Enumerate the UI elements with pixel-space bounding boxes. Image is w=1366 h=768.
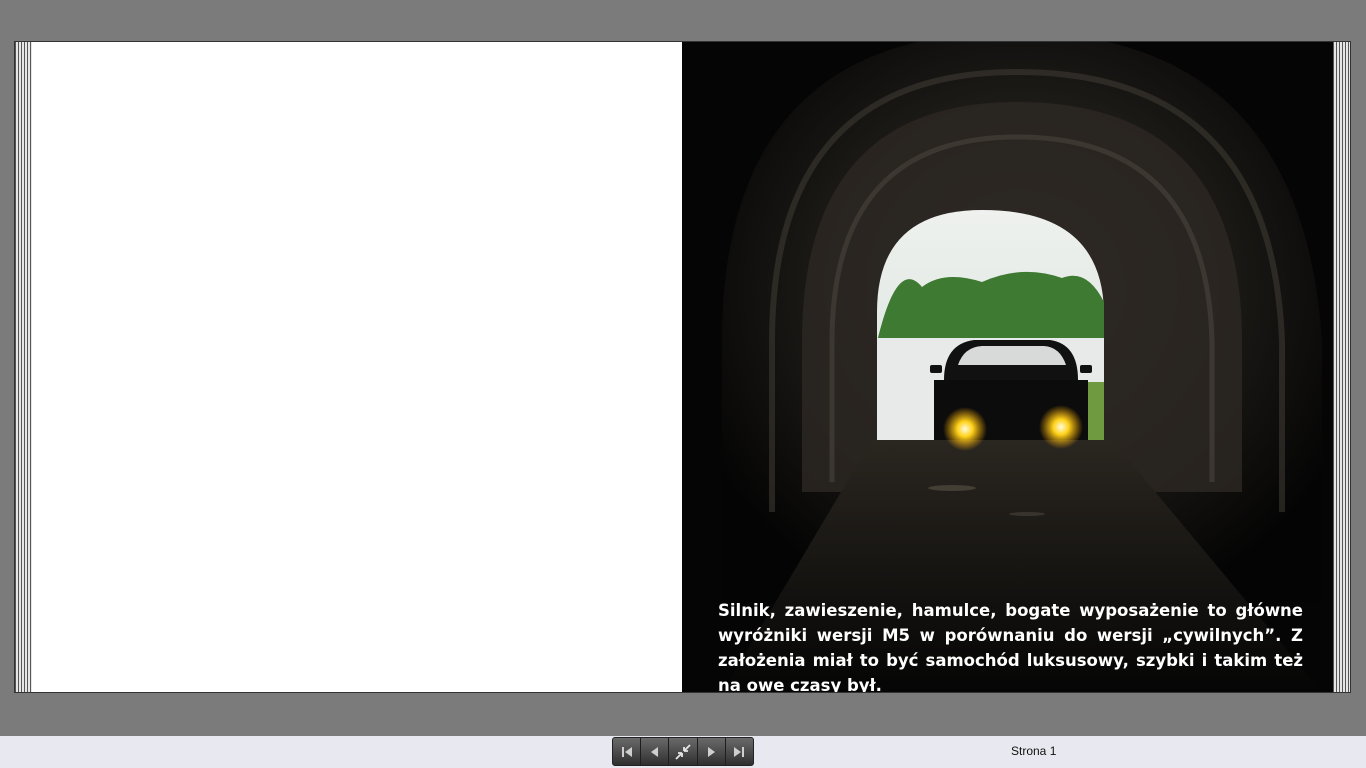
viewer-toolbar: Strona 1 [0, 736, 1366, 768]
next-page-icon [708, 746, 716, 757]
left-page-stack-edge [15, 42, 32, 692]
tunnel-car-photo [682, 42, 1333, 692]
prev-page-button[interactable] [641, 738, 670, 765]
prev-page-icon [650, 746, 658, 757]
left-page-blank[interactable] [32, 42, 682, 692]
right-page-stack-edge [1333, 42, 1350, 692]
first-page-icon [621, 746, 632, 757]
first-page-button[interactable] [613, 738, 642, 765]
collapse-icon [675, 743, 691, 760]
last-page-icon [734, 746, 745, 757]
page-indicator: Strona 1 [1011, 744, 1057, 758]
flipbook: Silnik, zawieszenie, hamulce, bogate wyp… [14, 41, 1351, 693]
next-page-button[interactable] [698, 738, 726, 765]
photo-caption: Silnik, zawieszenie, hamulce, bogate wyp… [718, 601, 1303, 692]
page-navigation [612, 737, 754, 766]
right-page[interactable]: Silnik, zawieszenie, hamulce, bogate wyp… [682, 42, 1333, 692]
last-page-button[interactable] [726, 738, 753, 765]
collapse-button[interactable] [669, 738, 698, 765]
